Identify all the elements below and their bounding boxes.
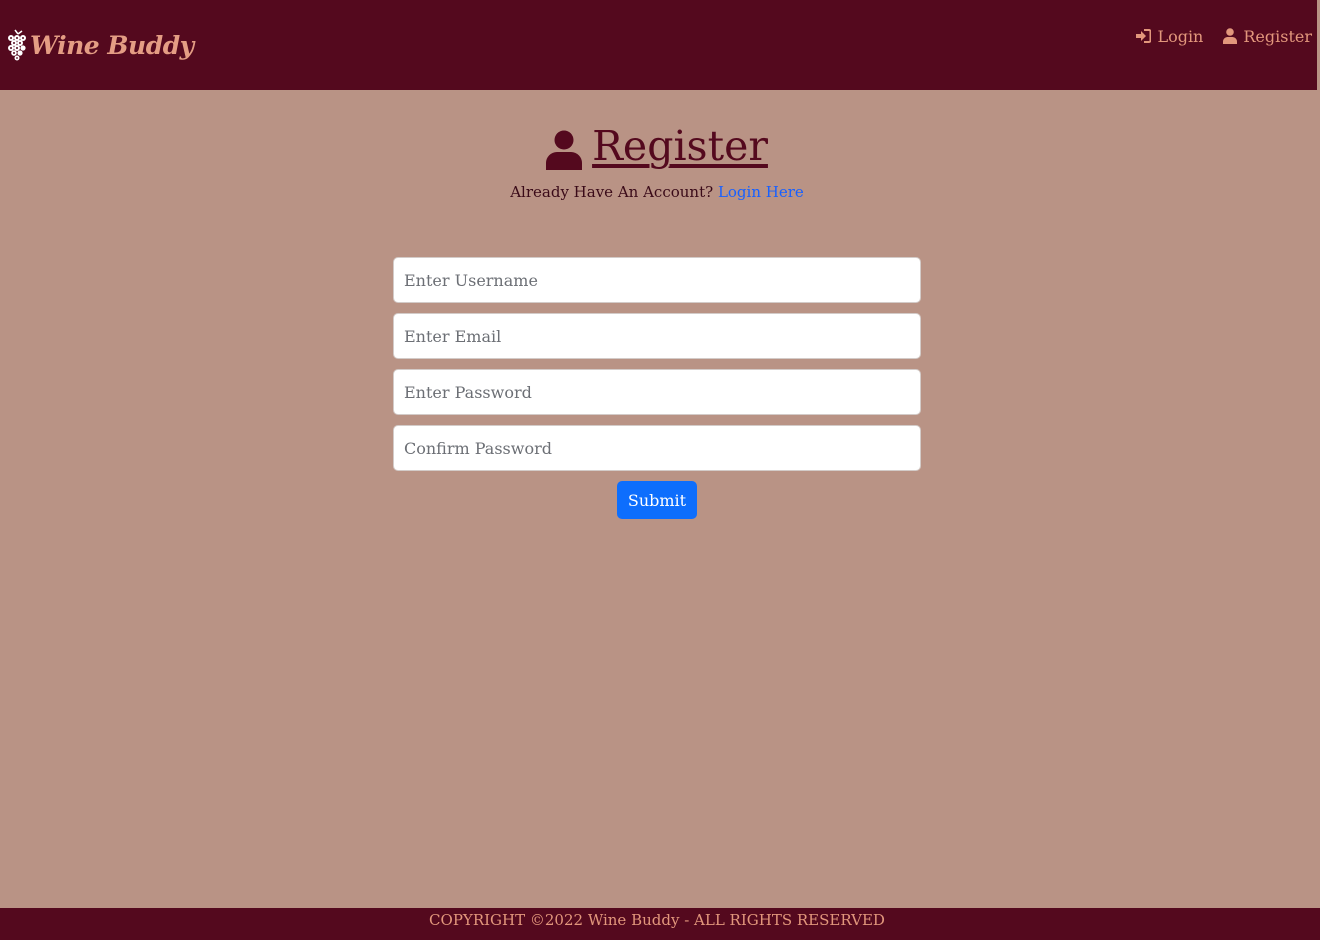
login-prompt-text: Already Have An Account? — [510, 183, 714, 201]
nav-register-label: Register — [1243, 26, 1312, 46]
page-title-text: Register — [592, 122, 768, 170]
nav-login-label: Login — [1157, 26, 1204, 46]
footer-copyright: COPYRIGHT ©2022 Wine Buddy - ALL RIGHTS … — [429, 911, 885, 929]
username-field[interactable] — [393, 257, 921, 303]
confirm-password-field[interactable] — [393, 425, 921, 471]
brand-text: Wine Buddy — [30, 30, 194, 60]
register-form: Submit — [393, 257, 921, 519]
password-field[interactable] — [393, 369, 921, 415]
login-prompt: Already Have An Account? Login Here — [0, 183, 1314, 201]
grapes-icon — [8, 29, 26, 61]
email-field[interactable] — [393, 313, 921, 359]
login-here-link[interactable]: Login Here — [718, 183, 804, 201]
submit-button[interactable]: Submit — [617, 481, 697, 519]
nav-login-link[interactable]: Login — [1135, 25, 1203, 47]
page-title-heading: Register — [546, 122, 768, 170]
page-title: Register — [0, 122, 1314, 174]
brand-link[interactable]: Wine Buddy — [6, 28, 194, 62]
submit-wrap: Submit — [393, 481, 921, 519]
user-icon — [1223, 28, 1238, 44]
sign-in-icon — [1136, 29, 1152, 43]
navbar: Wine Buddy Login Register — [0, 0, 1317, 90]
user-icon — [546, 130, 583, 170]
footer: COPYRIGHT ©2022 Wine Buddy - ALL RIGHTS … — [0, 908, 1320, 940]
nav-links: Login Register — [1115, 25, 1312, 47]
nav-register-link[interactable]: Register — [1223, 25, 1312, 47]
